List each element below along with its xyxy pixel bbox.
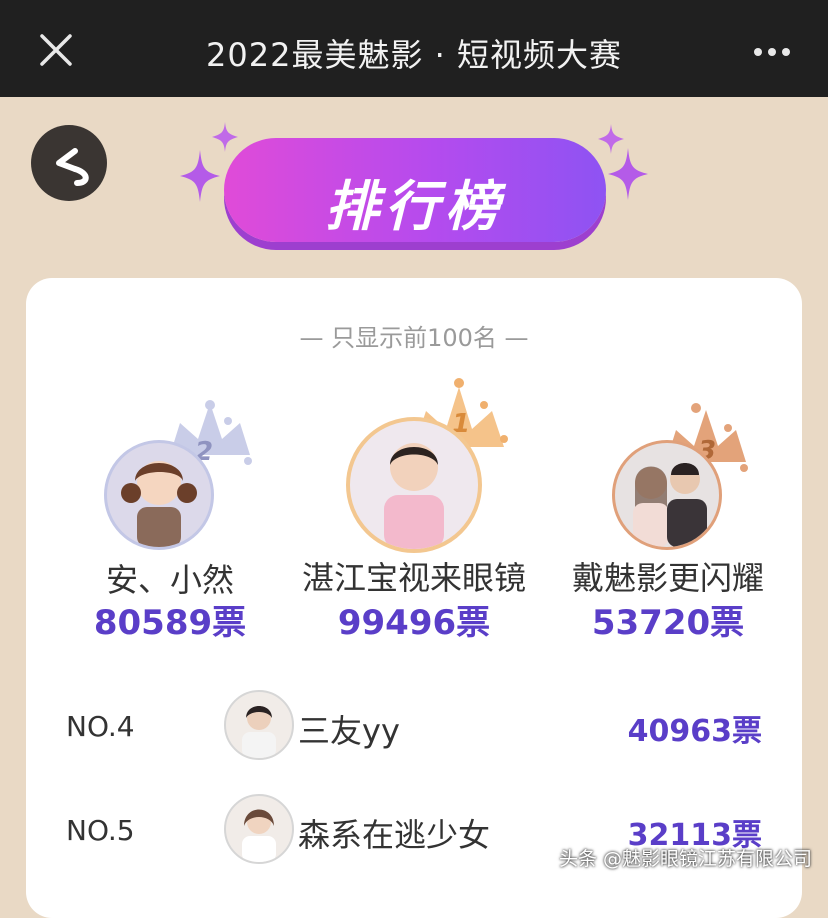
sparkle-icon [608,148,648,200]
ranking-title: 排行榜 [325,175,505,238]
avatar[interactable] [612,440,722,550]
contestant-name: 三友yy [298,712,400,750]
vote-count: 99496票 [337,603,491,643]
sparkle-icon [212,122,238,152]
vote-count: 53720票 [591,603,745,643]
avatar[interactable] [104,440,214,550]
ranking-banner: 排行榜 [178,120,650,250]
ranking-subtitle: — 只显示前100名 — [299,324,529,352]
vote-count: 40963票 [627,714,762,749]
rank-label: NO.5 [66,814,135,847]
avatar[interactable] [224,690,294,760]
podium-third[interactable]: 3 戴魅影更闪耀 53720票 [556,400,780,645]
rank-label: NO.4 [66,710,135,743]
back-button[interactable] [31,125,107,201]
list-item[interactable]: NO.4 三友yy 40963票 [26,686,802,766]
back-arrow-icon [56,148,89,186]
podium-second[interactable]: 2 安、小然 80589票 [60,395,280,645]
contestant-name: 森系在逃少女 [298,816,491,854]
ranking-pill: 排行榜 [224,138,606,242]
top-bar: 2022最美魅影 · 短视频大赛 [0,0,828,97]
podium-first[interactable]: 1 湛江宝视来眼镜 99496票 [294,375,534,645]
vote-count: 80589票 [93,603,247,643]
avatar[interactable] [224,794,294,864]
page-title: 2022最美魅影 · 短视频大赛 [206,36,622,74]
avatar[interactable] [346,417,482,553]
sparkle-icon [180,150,220,202]
watermark: 头条 @魅影眼镜江苏有限公司 [558,848,812,870]
more-icon[interactable] [754,48,790,56]
contestant-name: 戴魅影更闪耀 [571,559,764,597]
contestant-name: 湛江宝视来眼镜 [301,559,526,597]
